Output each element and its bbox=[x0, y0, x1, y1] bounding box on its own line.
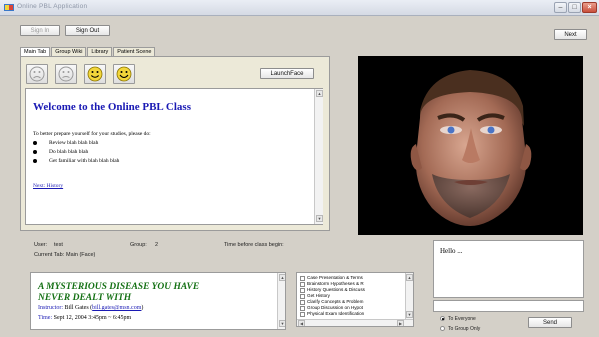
scroll-up-icon[interactable]: ▲ bbox=[279, 274, 285, 281]
list-item: Review blah blah blah bbox=[33, 139, 119, 148]
virtual-patient-face bbox=[358, 56, 583, 235]
announcement-title-line1: A MYSTERIOUS DISEASE YOU HAVE bbox=[38, 282, 200, 292]
checkbox[interactable] bbox=[300, 305, 305, 311]
sign-in-button[interactable]: Sign In bbox=[20, 25, 60, 36]
announcement-panel: A MYSTERIOUS DISEASE YOU HAVE NEVER DEAL… bbox=[30, 272, 286, 330]
tab-group-wiki[interactable]: Group Wiki bbox=[51, 47, 87, 56]
minimize-button[interactable]: – bbox=[554, 2, 567, 13]
send-button[interactable]: Send bbox=[528, 317, 572, 328]
close-button[interactable]: × bbox=[582, 2, 597, 13]
checkbox[interactable] bbox=[300, 281, 305, 287]
user-label: User: bbox=[34, 242, 48, 248]
sad-face-icon bbox=[58, 66, 74, 82]
sign-out-button[interactable]: Sign Out bbox=[65, 25, 110, 36]
tab-patient-scene[interactable]: Patient Scene bbox=[113, 47, 156, 56]
checkbox[interactable] bbox=[300, 293, 305, 299]
bullet-icon bbox=[33, 149, 37, 154]
scroll-up-icon[interactable]: ▲ bbox=[316, 90, 323, 97]
app-icon bbox=[4, 4, 14, 11]
instructor-email-link[interactable]: bill.gates@msn.com bbox=[92, 305, 141, 311]
to-everyone-option[interactable]: To Everyone bbox=[440, 316, 476, 322]
happy-face-button[interactable] bbox=[113, 64, 135, 84]
sad-face-button[interactable] bbox=[26, 64, 48, 84]
scroll-down-icon[interactable]: ▼ bbox=[406, 311, 413, 318]
title-bar: Online PBL Application – □ × bbox=[0, 0, 599, 16]
time-before-class-label: Time before class begin: bbox=[224, 242, 284, 248]
checklist-hscrollbar[interactable]: ◀ ▶ bbox=[297, 319, 413, 326]
instructor-row: Instructor: Bill Gates (bill.gates@msn.c… bbox=[38, 305, 144, 311]
scroll-left-icon[interactable]: ◀ bbox=[298, 320, 305, 326]
chat-message: Hello ... bbox=[440, 247, 463, 255]
group-label: Group: bbox=[130, 242, 147, 248]
radio-button[interactable] bbox=[440, 326, 445, 332]
welcome-panel: Welcome to the Online PBL Class To bette… bbox=[25, 88, 323, 225]
bullet-icon bbox=[33, 140, 37, 145]
welcome-scrollbar[interactable]: ▲ ▼ bbox=[314, 89, 323, 224]
bullet-icon bbox=[33, 158, 37, 163]
window-title: Online PBL Application bbox=[17, 3, 88, 10]
next-history-link[interactable]: Next: History bbox=[33, 183, 63, 189]
next-button[interactable]: Next bbox=[554, 29, 587, 40]
tab-main[interactable]: Main Tab bbox=[20, 47, 51, 56]
task-checklist: Case Presentation & Terms Brainstorm Hyp… bbox=[296, 272, 414, 327]
sad-face-icon bbox=[29, 66, 45, 82]
happy-face-icon bbox=[116, 66, 132, 82]
chat-log: Hello ... bbox=[433, 240, 584, 298]
maximize-button[interactable]: □ bbox=[568, 2, 581, 13]
instructor-name: Bill Gates bbox=[64, 305, 89, 311]
welcome-intro: To better prepare yourself for your stud… bbox=[33, 131, 151, 137]
checkbox[interactable] bbox=[300, 311, 305, 317]
scroll-right-icon[interactable]: ▶ bbox=[397, 320, 404, 326]
group-value: 2 bbox=[155, 242, 159, 248]
checkbox[interactable] bbox=[300, 275, 305, 281]
checkbox[interactable] bbox=[300, 287, 305, 293]
list-item: Get familiar with blah blah blah bbox=[33, 157, 119, 166]
tab-library[interactable]: Library bbox=[87, 47, 113, 56]
scroll-up-icon[interactable]: ▲ bbox=[406, 274, 413, 281]
user-value: test bbox=[54, 242, 63, 248]
welcome-heading: Welcome to the Online PBL Class bbox=[33, 101, 191, 113]
happy-face-icon bbox=[87, 66, 103, 82]
launch-face-button[interactable]: LaunchFace bbox=[260, 68, 314, 79]
checklist-vscrollbar[interactable]: ▲ ▼ bbox=[405, 273, 413, 319]
checkbox[interactable] bbox=[300, 299, 305, 305]
time-value: Sept 12, 2004 3:45pm ~ 6:45pm bbox=[53, 315, 132, 321]
announcement-scrollbar[interactable]: ▲ ▼ bbox=[277, 273, 285, 329]
scroll-down-icon[interactable]: ▼ bbox=[316, 215, 323, 222]
scroll-down-icon[interactable]: ▼ bbox=[279, 320, 285, 327]
announcement-title-line2: NEVER DEALT WITH bbox=[38, 293, 132, 303]
time-row: Time: Sept 12, 2004 3:45pm ~ 6:45pm bbox=[38, 315, 131, 321]
instructor-label: Instructor: bbox=[38, 305, 63, 311]
chat-input[interactable] bbox=[433, 300, 584, 312]
list-item: Do blah blah blah bbox=[33, 148, 119, 157]
todo-list: Review blah blah blah Do blah blah blah … bbox=[33, 139, 119, 166]
frown-face-button[interactable] bbox=[55, 64, 77, 84]
radio-button[interactable] bbox=[440, 316, 445, 322]
time-label: Time: bbox=[38, 315, 53, 321]
smile-face-button[interactable] bbox=[84, 64, 106, 84]
tab-bar: Main Tab Group Wiki Library Patient Scen… bbox=[20, 47, 156, 56]
current-tab-label: Current Tab: bbox=[34, 252, 65, 258]
current-tab-value: Main (Face) bbox=[66, 252, 96, 258]
to-group-only-option[interactable]: To Group Only bbox=[440, 326, 480, 332]
patient-head-image bbox=[410, 70, 532, 226]
checklist-item[interactable]: Physical Exam Identification bbox=[300, 311, 364, 317]
